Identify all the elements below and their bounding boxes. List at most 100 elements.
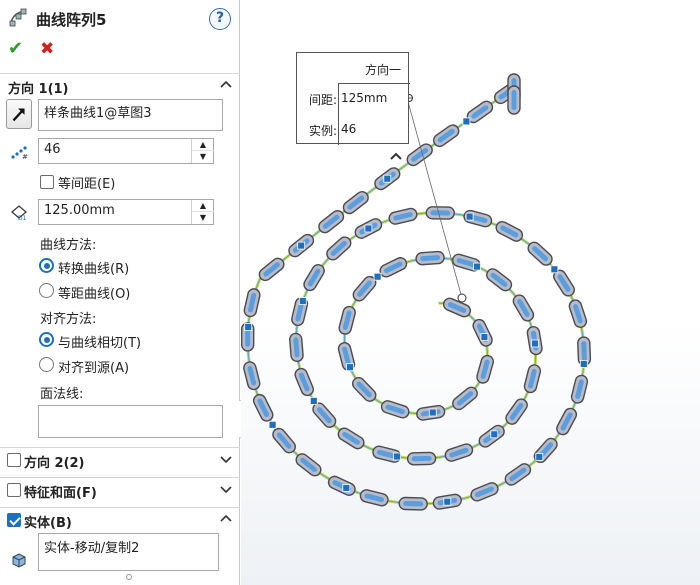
chain-link[interactable] [302,263,327,293]
chain-link[interactable] [425,206,455,220]
chain-link[interactable] [431,123,461,149]
spline-control-point[interactable] [393,452,402,461]
chain-link[interactable] [415,250,445,266]
callout-spacing-value[interactable]: 125mm [341,91,387,105]
chevron-up-icon[interactable] [389,151,403,161]
spline-control-point[interactable] [490,430,499,439]
direction2-section-header[interactable]: 方向 2(2) [0,447,240,473]
chain-link[interactable] [471,318,494,348]
align-tangent-radio[interactable] [39,332,54,347]
chain-link[interactable] [469,481,499,503]
chain-link[interactable] [568,299,588,329]
chain-link[interactable] [406,451,437,466]
spline-control-point[interactable] [428,408,437,417]
instances-increment[interactable]: ▲ [192,139,214,151]
instances-decrement[interactable]: ▼ [192,151,214,163]
equal-spacing-checkbox[interactable] [40,175,54,189]
spline-control-point[interactable] [443,497,452,506]
curve-method-offset-radio[interactable] [39,283,54,298]
chain-link[interactable] [341,189,371,216]
direction2-checkbox[interactable] [7,453,21,467]
chevron-down-icon[interactable] [218,481,234,497]
ok-button[interactable]: ✔ [8,40,26,58]
chain-link[interactable] [507,85,521,115]
spline-control-point[interactable] [465,212,474,221]
chain-link[interactable] [338,305,357,335]
chain-link[interactable] [380,399,410,419]
callout-instances-value[interactable]: 46 [341,122,356,136]
chain-link[interactable] [442,296,472,318]
features-faces-checkbox[interactable] [7,483,21,497]
chain-link[interactable] [511,293,536,323]
instances-spinbox[interactable]: 46 ▲ ▼ [38,138,214,164]
chevron-down-icon[interactable] [218,451,234,467]
chevron-up-icon[interactable] [218,77,234,93]
features-faces-section-header[interactable]: 特征和面(F) [0,477,240,503]
chain-link[interactable] [324,235,353,263]
curve-method-transform-radio[interactable] [39,258,54,273]
chain-link[interactable] [504,397,530,427]
direction1-section-header[interactable]: 方向 1(1) [0,73,240,99]
chain-link[interactable] [484,267,514,294]
chain-link[interactable] [476,354,495,384]
spline-control-point[interactable] [373,272,382,281]
chain-link[interactable] [398,496,428,511]
spline-control-point[interactable] [298,297,307,306]
chain-link[interactable] [270,426,297,455]
chain-link[interactable] [293,367,315,397]
chain-link[interactable] [503,461,533,487]
resize-handle[interactable] [126,574,132,580]
spline-control-point[interactable] [550,265,559,274]
spacing-spinbox[interactable]: 125.00mm ▲ ▼ [38,199,214,225]
spacing-increment[interactable]: ▲ [192,200,214,212]
help-icon[interactable]: ? [209,8,231,30]
chain-link[interactable] [336,426,366,451]
chain-link[interactable] [526,240,555,268]
spline-control-point[interactable] [531,339,539,348]
reverse-direction-button[interactable] [6,99,32,129]
spline-control-point[interactable] [462,117,471,126]
graphics-viewport[interactable]: 方向一 间距: 125mm 实例: 46 [241,0,700,585]
bodies-checkbox[interactable] [7,513,21,527]
cancel-button[interactable]: ✖ [40,40,58,58]
chevron-up-icon[interactable] [218,511,234,527]
spline-control-point[interactable] [364,224,373,233]
align-source-radio[interactable] [39,357,54,372]
spline-control-point[interactable] [268,420,277,429]
spline-control-point[interactable] [309,396,318,405]
chain-link[interactable] [494,220,524,244]
spline-control-point[interactable] [342,483,351,492]
chain-link[interactable] [243,361,261,391]
spline-control-point[interactable] [480,333,489,342]
chain-link[interactable] [316,208,345,235]
chain-link[interactable] [243,288,261,318]
chain-link[interactable] [450,385,479,412]
callout-anchor-point[interactable] [457,293,467,303]
bodies-section-header[interactable]: 实体(B) [0,507,240,533]
pattern-callout[interactable]: 方向一 间距: 125mm 实例: 46 [296,52,410,145]
chain-link[interactable] [378,256,408,279]
chain-link[interactable] [289,332,304,363]
chain-link[interactable] [252,393,275,423]
curve-selection-field[interactable]: 样条曲线1@草图3 [38,99,223,131]
chain-link[interactable] [350,375,378,403]
chain-link[interactable] [388,207,418,225]
spline-control-point[interactable] [535,452,544,461]
chain-link[interactable] [327,474,357,497]
chain-link[interactable] [444,442,474,462]
spline-control-point[interactable] [383,174,392,183]
chain-link[interactable] [359,489,389,507]
spacing-decrement[interactable]: ▼ [192,212,214,224]
chain-link[interactable] [555,406,579,436]
chain-link[interactable] [311,401,339,430]
chain-link[interactable] [294,451,323,478]
chain-link[interactable] [257,256,286,283]
spline-control-point[interactable] [297,241,306,250]
normal-face-field[interactable] [38,405,223,438]
spline-control-point[interactable] [579,359,588,368]
spline-control-point[interactable] [244,323,253,332]
spline-control-point[interactable] [473,262,481,271]
bodies-selection-field[interactable]: 实体-移动/复制2 [38,533,219,571]
chain-link[interactable] [570,374,589,404]
chain-link[interactable] [523,364,542,394]
